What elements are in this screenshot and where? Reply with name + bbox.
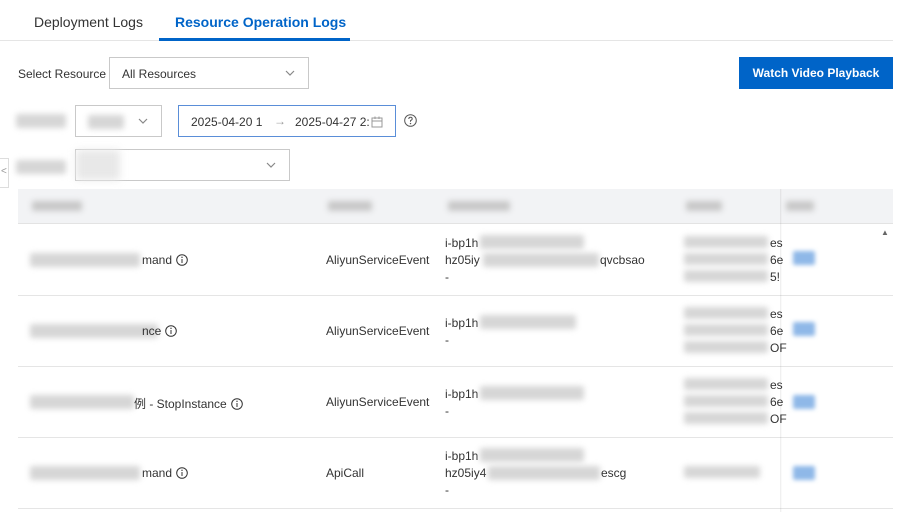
resource-id-line1: i-bp1h bbox=[445, 316, 479, 330]
info-icon[interactable] bbox=[165, 325, 178, 337]
resource-id-line2b: qvcbsao bbox=[600, 253, 645, 267]
operation-name: mand bbox=[142, 253, 188, 267]
operation-name: 例 - StopInstance bbox=[134, 395, 243, 412]
date-end[interactable]: 2025-04-27 2: bbox=[295, 115, 369, 129]
date-start[interactable]: 2025-04-20 1 bbox=[191, 115, 267, 129]
table-header bbox=[18, 189, 893, 224]
table-row[interactable]: mand AliyunServiceEvent i-bp1h hz05iy qv… bbox=[18, 225, 893, 296]
fixed-column-shadow bbox=[780, 189, 782, 512]
redacted-resource bbox=[480, 235, 584, 249]
header-cell bbox=[786, 201, 814, 211]
redacted-resource bbox=[483, 253, 599, 267]
watch-video-playback-button[interactable]: Watch Video Playback bbox=[739, 57, 893, 89]
header-cell bbox=[32, 201, 82, 211]
tab-resource-operation-logs[interactable]: Resource Operation Logs bbox=[175, 14, 346, 30]
table-row[interactable]: nce AliyunServiceEvent i-bp1h - es 6e OF bbox=[18, 296, 893, 367]
resource-id-line2a: - bbox=[445, 333, 449, 347]
info-icon[interactable] bbox=[176, 254, 188, 266]
resource-select-value: All Resources bbox=[122, 67, 197, 81]
help-circle-icon[interactable] bbox=[404, 114, 417, 127]
operation-name: mand bbox=[142, 466, 188, 480]
header-cell bbox=[686, 201, 722, 211]
resource-id-line1: i-bp1h bbox=[445, 236, 479, 250]
redacted-resource bbox=[480, 448, 584, 462]
detail-fragment: OF bbox=[770, 412, 787, 426]
resource-id-line2a: hz05iy bbox=[445, 253, 480, 267]
redacted-detail bbox=[684, 466, 760, 478]
redacted-detail bbox=[684, 324, 768, 336]
date-range-picker[interactable]: 2025-04-20 1 → 2025-04-27 2: bbox=[178, 105, 396, 137]
resource-id-line1: i-bp1h bbox=[445, 387, 479, 401]
redacted-name bbox=[30, 466, 140, 480]
redacted-detail bbox=[684, 253, 768, 265]
redacted-link[interactable] bbox=[793, 395, 815, 409]
redacted-resource bbox=[488, 466, 600, 480]
resource-select[interactable]: All Resources bbox=[109, 57, 309, 89]
table-row[interactable]: mand ApiCall i-bp1h hz05iy4 escg - bbox=[18, 438, 893, 509]
calendar-icon bbox=[371, 116, 383, 128]
redacted-name bbox=[30, 395, 134, 409]
event-source: AliyunServiceEvent bbox=[326, 324, 430, 338]
detail-fragment: OF bbox=[770, 341, 787, 355]
resource-id-line3: - bbox=[445, 270, 449, 284]
chevron-down-icon bbox=[266, 162, 276, 168]
redacted-label bbox=[16, 160, 66, 174]
detail-fragment: 5! bbox=[770, 270, 781, 284]
chevron-down-icon bbox=[138, 118, 148, 124]
redacted-value bbox=[76, 150, 120, 180]
active-tab-indicator bbox=[159, 38, 350, 41]
resource-id-line1: i-bp1h bbox=[445, 449, 479, 463]
resource-id-line2a: - bbox=[445, 404, 449, 418]
filter-select[interactable] bbox=[75, 149, 290, 181]
redacted-detail bbox=[684, 412, 768, 424]
redacted-value bbox=[88, 115, 124, 129]
redacted-detail bbox=[684, 307, 768, 319]
redacted-resource bbox=[480, 386, 584, 400]
redacted-link[interactable] bbox=[793, 251, 815, 265]
redacted-name bbox=[30, 253, 140, 267]
scroll-up-icon[interactable]: ▲ bbox=[881, 228, 889, 237]
header-cell bbox=[328, 201, 372, 211]
resource-id-line2a: hz05iy4 bbox=[445, 466, 487, 480]
redacted-detail bbox=[684, 236, 768, 248]
chevron-down-icon bbox=[285, 70, 295, 76]
header-cell bbox=[448, 201, 510, 211]
redacted-detail bbox=[684, 378, 768, 390]
collapse-left-icon[interactable]: < bbox=[0, 158, 9, 188]
redacted-name bbox=[30, 324, 158, 338]
info-icon[interactable] bbox=[230, 398, 243, 410]
operation-name: nce bbox=[142, 324, 178, 338]
redacted-link[interactable] bbox=[793, 466, 815, 480]
tab-bar: Deployment Logs Resource Operation Logs bbox=[0, 0, 893, 41]
redacted-detail bbox=[684, 395, 768, 407]
event-source: AliyunServiceEvent bbox=[326, 395, 430, 409]
event-source: AliyunServiceEvent bbox=[326, 253, 430, 267]
redacted-detail bbox=[684, 270, 768, 282]
event-source: ApiCall bbox=[326, 466, 365, 480]
resource-id-line3: - bbox=[445, 483, 449, 497]
time-type-select[interactable] bbox=[75, 105, 162, 137]
table-row[interactable]: 例 - StopInstance AliyunServiceEvent i-bp… bbox=[18, 367, 893, 438]
range-arrow: → bbox=[274, 114, 286, 128]
redacted-link[interactable] bbox=[793, 322, 815, 336]
resource-id-line2b: escg bbox=[601, 466, 627, 480]
tab-deployment-logs[interactable]: Deployment Logs bbox=[34, 14, 143, 30]
redacted-resource bbox=[480, 315, 576, 329]
info-icon[interactable] bbox=[176, 467, 188, 479]
redacted-detail bbox=[684, 341, 768, 353]
redacted-label bbox=[16, 114, 66, 128]
select-resource-label: Select Resource bbox=[18, 67, 107, 81]
